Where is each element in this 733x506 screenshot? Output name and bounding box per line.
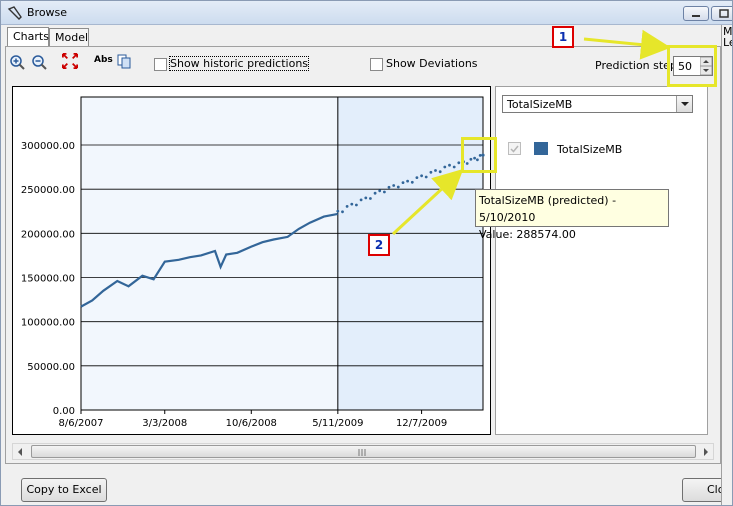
callout-1: 1	[552, 26, 574, 48]
browse-window: Browse Charts Model Abs Show historic pr…	[0, 0, 733, 506]
point-tooltip: TotalSizeMB (predicted) - 5/10/2010 Valu…	[475, 189, 669, 241]
arrow-2-icon	[391, 168, 464, 236]
arrow-1-icon	[583, 29, 671, 60]
annotation-arrows	[391, 29, 671, 236]
tooltip-line-2: Value: 288574.00	[479, 228, 576, 241]
tooltip-line-1: TotalSizeMB (predicted) - 5/10/2010	[479, 194, 617, 224]
callout-2: 2	[368, 234, 390, 256]
